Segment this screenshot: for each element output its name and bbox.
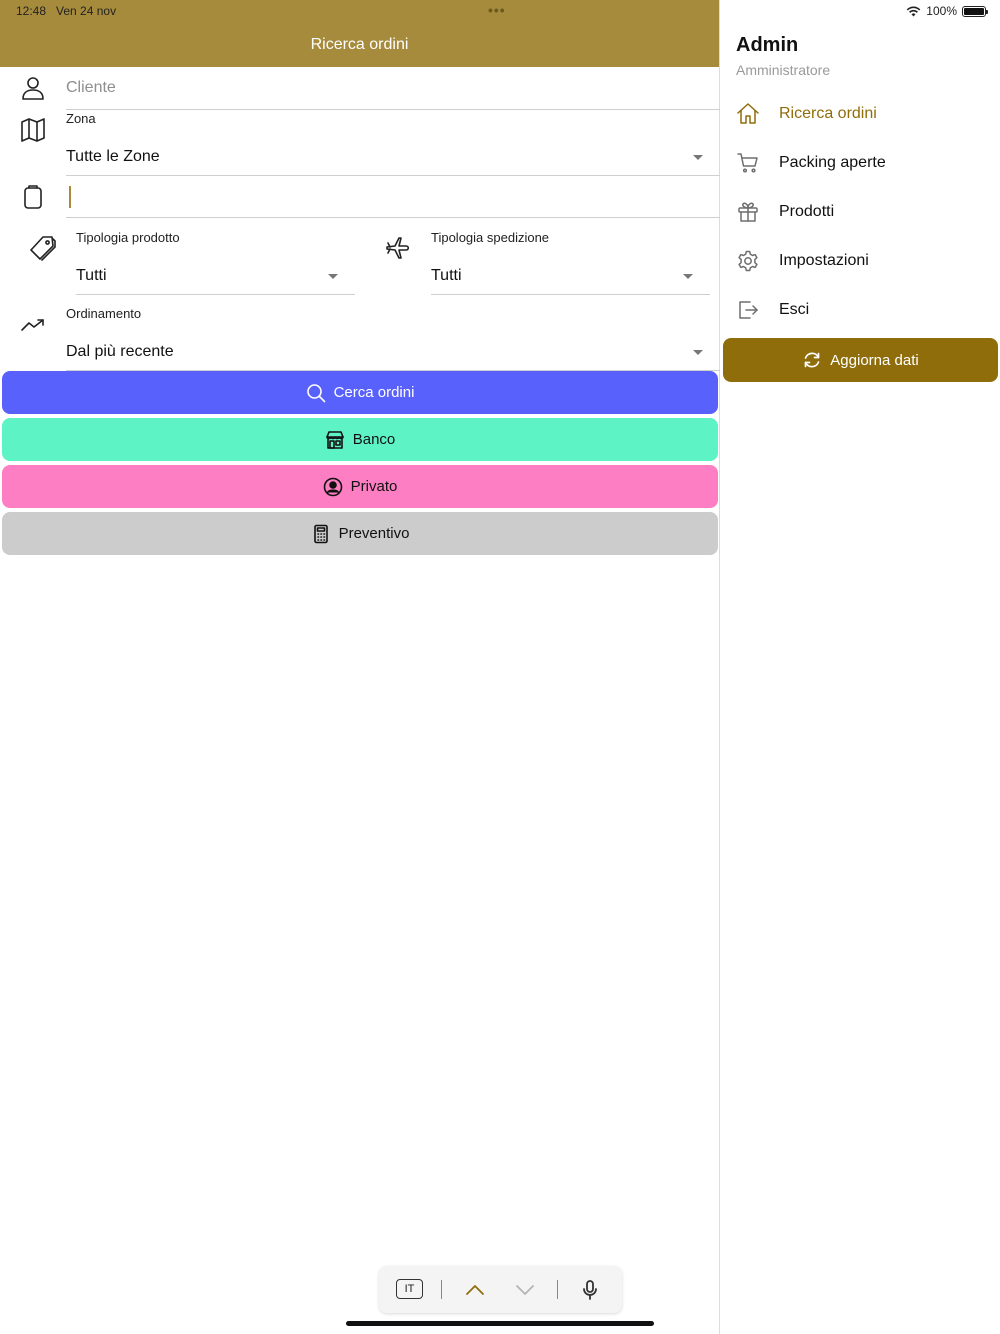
tipologia-prodotto-underline [76, 294, 355, 295]
separator [441, 1280, 442, 1299]
keyboard-accessory-bar: IT [379, 1266, 622, 1313]
sidebar-item-label: Ricerca ordini [779, 105, 877, 122]
sidebar-item-label: Esci [779, 301, 810, 318]
ordinamento-label: Ordinamento [66, 306, 142, 321]
chevron-down-icon [516, 1285, 534, 1295]
status-time: 12:48 [16, 4, 47, 18]
tipologia-prodotto-select[interactable]: Tutti [76, 267, 107, 285]
next-field-button[interactable] [513, 1278, 537, 1302]
aggiorna-dati-button[interactable]: Aggiorna dati [723, 338, 998, 382]
tag-icon [27, 233, 57, 263]
sidebar-item-label: Impostazioni [779, 252, 869, 269]
refresh-icon [804, 352, 820, 368]
zona-select[interactable]: Tutte le Zone [66, 148, 160, 166]
sidebar-item-esci[interactable]: Esci [721, 290, 1000, 330]
user-circle-icon [323, 477, 342, 496]
person-icon [18, 73, 48, 103]
sidebar-item-ricerca-ordini[interactable]: Ricerca ordini [721, 94, 1000, 134]
zona-chevron-down-icon[interactable] [693, 155, 703, 160]
keyboard-language-button[interactable]: IT [396, 1279, 423, 1299]
shop-icon [325, 430, 344, 449]
zona-label: Zona [66, 111, 96, 126]
tipologia-spedizione-underline [431, 294, 710, 295]
gift-icon [735, 199, 761, 225]
calculator-icon [313, 524, 328, 543]
status-date: Ven 24 nov [56, 4, 117, 18]
wifi-icon [907, 6, 921, 16]
sidebar-item-packing-aperte[interactable]: Packing aperte [721, 143, 1000, 183]
tipologia-prodotto-chevron-down-icon[interactable] [328, 274, 338, 279]
logout-icon [735, 297, 761, 323]
battery-fill [964, 7, 984, 15]
aggiorna-dati-label: Aggiorna dati [830, 351, 919, 369]
privato-label: Privato [350, 478, 398, 495]
previous-field-button[interactable] [463, 1278, 487, 1302]
cliente-input[interactable]: Cliente [66, 79, 116, 97]
banco-button[interactable]: Banco [2, 418, 718, 461]
search-icon [306, 383, 325, 402]
sidebar-item-prodotti[interactable]: Prodotti [721, 192, 1000, 232]
note-underline [66, 217, 720, 218]
chevron-up-icon [466, 1285, 484, 1295]
status-bar-right: 100% [906, 4, 988, 18]
user-name: Admin [736, 34, 799, 56]
cerca-ordini-label: Cerca ordini [333, 384, 415, 401]
sidebar-item-impostazioni[interactable]: Impostazioni [721, 241, 1000, 281]
trending-up-icon [18, 310, 48, 340]
tipologia-spedizione-select[interactable]: Tutti [431, 267, 462, 285]
cart-icon [735, 150, 761, 176]
dictation-button[interactable] [578, 1278, 602, 1302]
airplane-icon [383, 233, 413, 263]
cerca-ordini-button[interactable]: Cerca ordini [2, 371, 718, 414]
battery-percent: 100% [926, 4, 957, 18]
multitasking-dots[interactable]: ••• [488, 2, 506, 18]
page-title: Ricerca ordini [310, 36, 409, 53]
preventivo-button[interactable]: Preventivo [2, 512, 718, 555]
banco-label: Banco [352, 431, 396, 448]
microphone-icon [583, 1280, 597, 1300]
tipologia-prodotto-label: Tipologia prodotto [76, 230, 180, 245]
sidebar-item-label: Packing aperte [779, 154, 886, 171]
zona-underline [66, 175, 720, 176]
gear-icon [735, 248, 761, 274]
home-indicator[interactable] [346, 1321, 654, 1326]
cliente-underline [66, 109, 720, 110]
ordinamento-select[interactable]: Dal più recente [66, 343, 174, 361]
user-role: Amministratore [736, 62, 831, 78]
privato-button[interactable]: Privato [2, 465, 718, 508]
separator [557, 1280, 558, 1299]
main-panel: Ricerca ordini Cliente Zona Tutte le Zon… [0, 0, 720, 1334]
ordinamento-chevron-down-icon[interactable] [693, 350, 703, 355]
preventivo-label: Preventivo [338, 525, 410, 542]
map-icon [18, 115, 48, 145]
tipologia-spedizione-label: Tipologia spedizione [431, 230, 550, 245]
sidebar: Admin Amministratore Ricerca ordini Pack… [721, 0, 1000, 1334]
clipboard-icon [18, 182, 48, 212]
sidebar-item-label: Prodotti [779, 203, 835, 220]
text-cursor [69, 186, 71, 208]
battery-icon [962, 5, 988, 17]
status-bar-left: 12:48 Ven 24 nov [16, 4, 116, 18]
tipologia-spedizione-chevron-down-icon[interactable] [683, 274, 693, 279]
home-icon [735, 101, 761, 127]
